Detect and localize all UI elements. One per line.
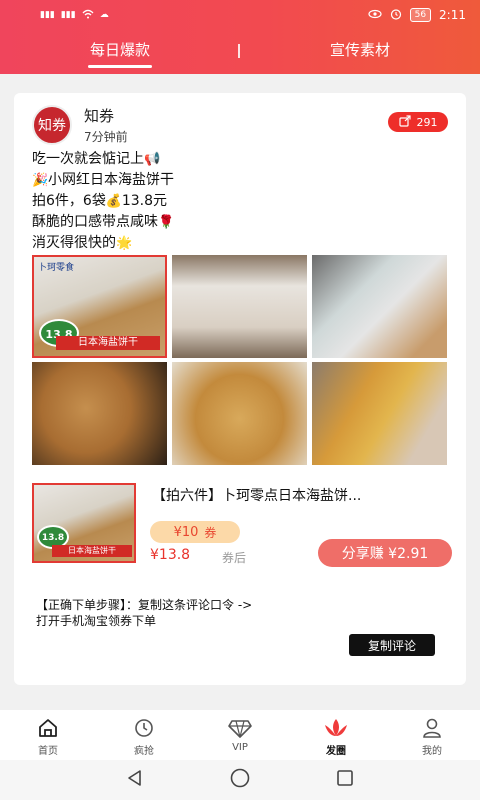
status-right: 56 2:11 — [367, 8, 466, 23]
nav-rush[interactable]: 疯抢 — [96, 710, 192, 760]
cloud-icon: ☁ — [99, 10, 109, 20]
bottom-nav: 首页 疯抢 VIP 发圈 我的 — [0, 710, 480, 760]
wifi-icon — [82, 9, 94, 22]
nav-label: VIP — [232, 742, 248, 753]
photo-product-strip: 日本海盐饼干 — [56, 336, 160, 350]
user-icon — [419, 716, 445, 740]
nav-vip[interactable]: VIP — [192, 710, 288, 760]
after-coupon-label: 券后 — [222, 551, 247, 565]
megaphone-icon: 📢 — [144, 152, 161, 167]
photo-biscuits-plate[interactable] — [172, 362, 307, 465]
app-header: ▮▮▮ ▮▮▮ ☁ 56 2:11 每日爆款 宣传素材 — [0, 0, 480, 74]
share-count-button[interactable]: 291 — [388, 112, 448, 132]
photo-grid: 卜珂零食 13.8 日本海盐饼干 — [32, 255, 448, 465]
author-info: 知券 7分钟前 — [84, 105, 128, 145]
post-line: 拍6件，6袋💰13.8元 — [32, 191, 452, 212]
final-price: ¥13.8 — [150, 547, 191, 563]
product-thumbnail[interactable]: 13.8 日本海盐饼干 — [32, 483, 136, 563]
rose-icon: 🌹 — [158, 215, 175, 230]
steps-line: 【正确下单步骤】：复制这条评论口令 -> — [36, 598, 253, 612]
system-nav-bar — [0, 760, 480, 800]
post-line: 消灭得很快的🌟 — [32, 233, 452, 254]
photo-hand-pack[interactable] — [312, 255, 447, 358]
order-steps-text: 【正确下单步骤】：复制这条评论口令 -> 打开手机淘宝领券下单 — [36, 597, 376, 629]
nav-label: 发圈 — [326, 746, 346, 757]
star-icon: 🌟 — [116, 236, 133, 251]
party-icon: 🎉 — [32, 173, 49, 188]
steps-line: 打开手机淘宝领券下单 — [36, 614, 157, 628]
clock-time: 2:11 — [439, 8, 466, 22]
tab-promo-material[interactable]: 宣传素材 — [240, 30, 480, 74]
back-icon[interactable] — [125, 768, 145, 792]
share-count: 291 — [416, 115, 438, 129]
post-text: 吃一次就会惦记上📢 🎉小网红日本海盐饼干 拍6件，6袋💰13.8元 酥脆的口感带… — [32, 149, 452, 254]
share-icon — [398, 114, 411, 130]
lotus-icon — [323, 716, 349, 740]
clock-icon — [131, 716, 157, 740]
recents-icon[interactable] — [335, 768, 355, 792]
post-line: 酥脆的口感带点咸味🌹 — [32, 212, 452, 233]
signal-icon: ▮▮▮ — [40, 10, 55, 20]
share-earn-button[interactable]: 分享赚 ¥2.91 — [318, 539, 452, 567]
photo-brand-label: 卜珂零食 — [38, 263, 75, 273]
product-card[interactable]: 13.8 日本海盐饼干 【拍六件】卜珂零点日本海盐饼... ¥10 券 ¥13.… — [32, 483, 452, 567]
tab-daily-hot[interactable]: 每日爆款 — [0, 30, 240, 74]
avatar[interactable]: 知券 — [32, 105, 72, 145]
alarm-icon — [390, 8, 402, 23]
product-title[interactable]: 【拍六件】卜珂零点日本海盐饼... — [152, 485, 452, 505]
battery-icon: 56 — [409, 8, 432, 22]
nav-mine[interactable]: 我的 — [384, 710, 480, 760]
coupon-unit: 券 — [204, 525, 217, 540]
photo-hand-biscuit[interactable] — [312, 362, 447, 465]
top-tabs: 每日爆款 宣传素材 — [0, 30, 480, 74]
photo-biscuits-closeup[interactable] — [32, 362, 167, 465]
nav-moments[interactable]: 发圈 — [288, 710, 384, 760]
nav-home[interactable]: 首页 — [0, 710, 96, 760]
post-time: 7分钟前 — [84, 130, 128, 144]
post-line: 🎉小网红日本海盐饼干 — [32, 170, 452, 191]
signal-icon-2: ▮▮▮ — [60, 10, 76, 20]
nav-label: 疯抢 — [134, 746, 154, 757]
coupon-badge: ¥10 券 — [150, 521, 240, 543]
photo-product-pack[interactable]: 卜珂零食 13.8 日本海盐饼干 — [32, 255, 167, 358]
author-name: 知券 — [84, 107, 115, 125]
post-author: 知券 知券 7分钟前 — [32, 105, 128, 145]
money-bag-icon: 💰 — [105, 194, 123, 209]
home-circle-icon[interactable] — [229, 767, 251, 793]
nav-label: 我的 — [422, 746, 442, 757]
nav-label: 首页 — [38, 746, 58, 757]
coupon-value: ¥10 — [173, 524, 199, 540]
eye-icon — [367, 8, 382, 22]
signal-indicators: ▮▮▮ ▮▮▮ ☁ — [40, 9, 109, 22]
status-bar: ▮▮▮ ▮▮▮ ☁ 56 2:11 — [0, 0, 480, 30]
thumb-product-strip: 日本海盐饼干 — [52, 545, 132, 557]
home-icon — [35, 716, 61, 740]
diamond-icon — [227, 716, 253, 740]
post-line: 吃一次就会惦记上📢 — [32, 149, 452, 170]
photo-box-packs[interactable] — [172, 255, 307, 358]
copy-comment-button[interactable]: 复制评论 — [349, 634, 435, 656]
